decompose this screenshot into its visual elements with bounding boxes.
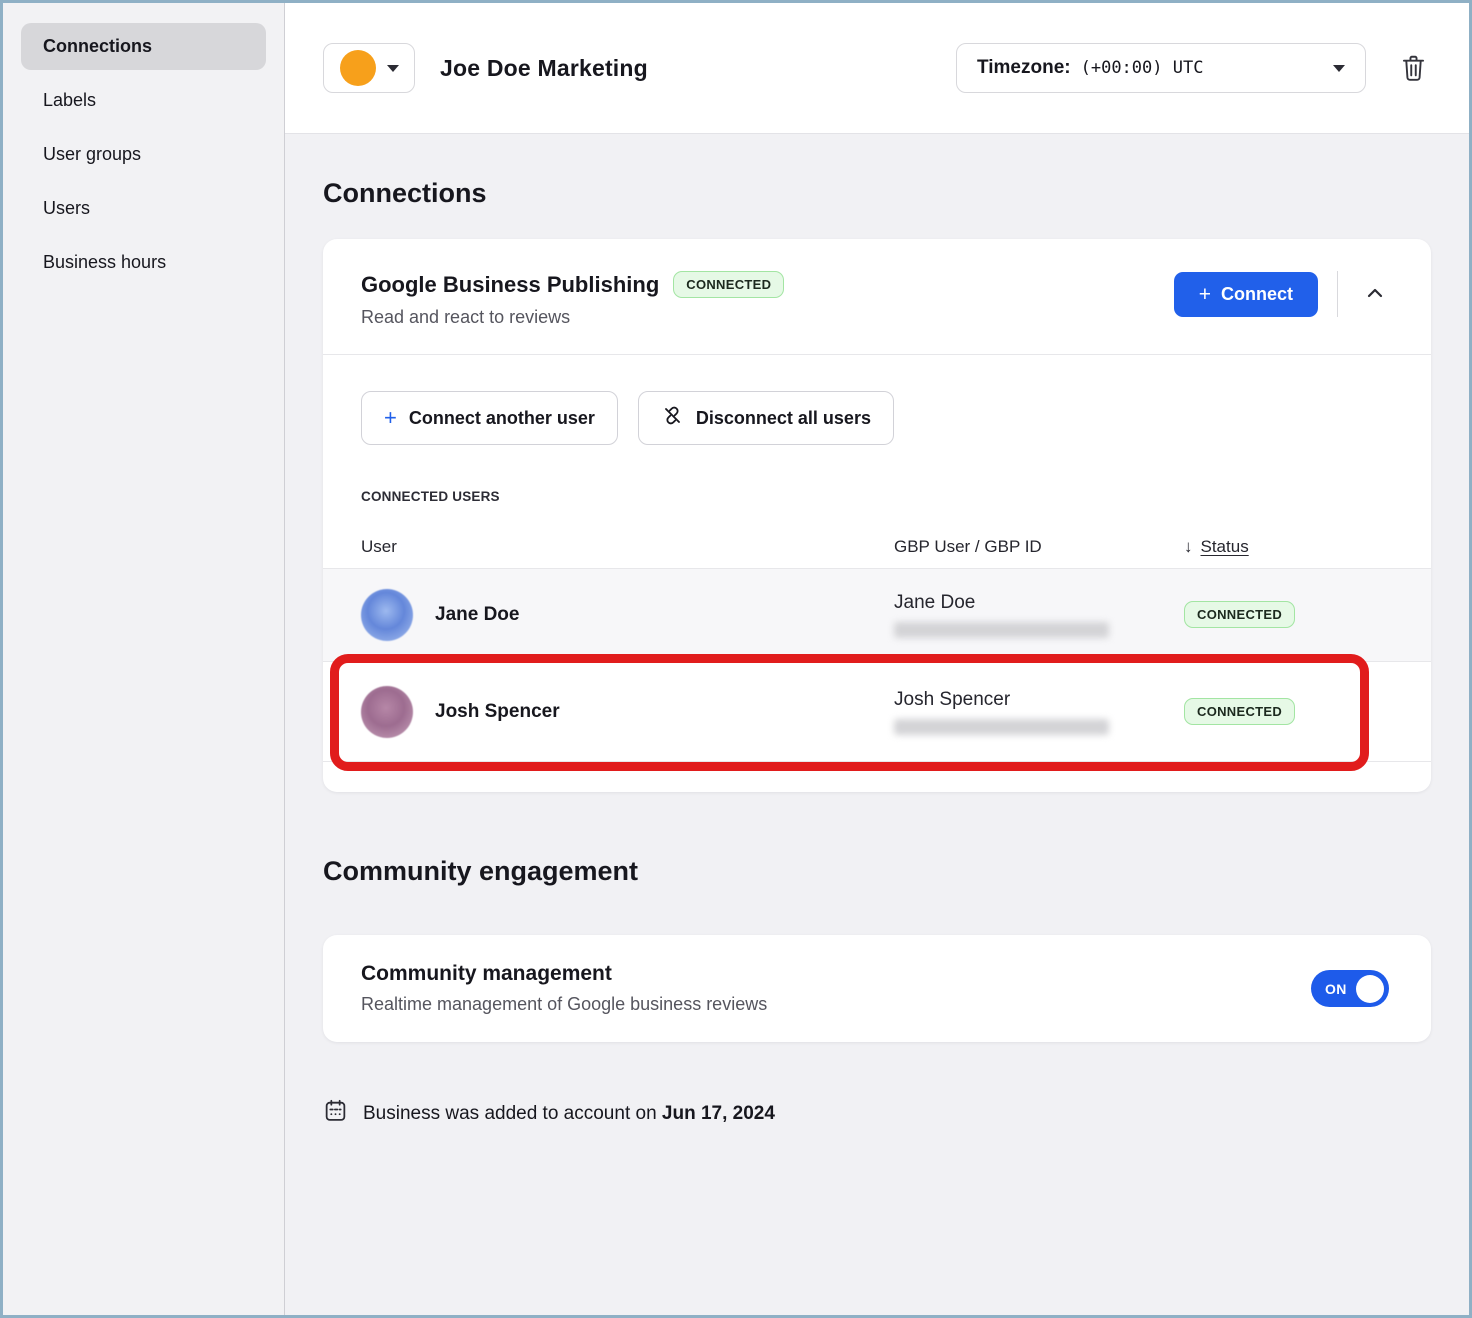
disconnect-all-users-button[interactable]: Disconnect all users bbox=[638, 391, 894, 445]
app-window: Connections Labels User groups Users Bus… bbox=[0, 0, 1472, 1318]
settings-sidebar: Connections Labels User groups Users Bus… bbox=[3, 3, 285, 1315]
toggle-on-label: ON bbox=[1325, 981, 1347, 997]
connected-users-heading: CONNECTED USERS bbox=[361, 489, 1393, 504]
table-row-josh-spencer: Josh Spencer Josh Spencer CONNECTED bbox=[323, 662, 1431, 762]
business-avatar bbox=[340, 50, 376, 86]
disconnect-all-users-label: Disconnect all users bbox=[696, 408, 871, 429]
connect-another-user-label: Connect another user bbox=[409, 408, 595, 429]
table-header-row: User GBP User / GBP ID ↓ Status bbox=[323, 526, 1431, 568]
avatar bbox=[361, 686, 413, 738]
plus-icon: + bbox=[1199, 284, 1211, 305]
community-section-title: Community engagement bbox=[323, 856, 1431, 887]
added-date-note: Business was added to account on Jun 17,… bbox=[323, 1098, 1431, 1129]
collapse-card-button[interactable] bbox=[1357, 275, 1393, 314]
page-title: Connections bbox=[323, 178, 1431, 209]
user-name: Josh Spencer bbox=[435, 701, 560, 723]
sidebar-item-business-hours[interactable]: Business hours bbox=[21, 239, 266, 286]
table-row-jane-doe: Jane Doe Jane Doe CONNECTED bbox=[323, 569, 1431, 662]
timezone-label: Timezone: bbox=[977, 57, 1071, 79]
added-date-value: Jun 17, 2024 bbox=[662, 1103, 775, 1124]
column-header-gbp: GBP User / GBP ID bbox=[894, 537, 1184, 557]
calendar-icon bbox=[323, 1098, 348, 1129]
trash-icon bbox=[1400, 53, 1427, 83]
gbp-id-redacted bbox=[894, 622, 1109, 638]
business-avatar-dropdown[interactable] bbox=[323, 43, 415, 93]
sidebar-item-connections[interactable]: Connections bbox=[21, 23, 266, 70]
chevron-down-icon bbox=[1333, 65, 1345, 72]
added-date-text: Business was added to account on bbox=[363, 1103, 657, 1124]
sidebar-item-users[interactable]: Users bbox=[21, 185, 266, 232]
user-name: Jane Doe bbox=[435, 604, 519, 626]
timezone-value: (+00:00) UTC bbox=[1081, 58, 1204, 78]
sidebar-item-user-groups[interactable]: User groups bbox=[21, 131, 266, 178]
gbp-user-name: Josh Spencer bbox=[894, 689, 1184, 711]
delete-business-button[interactable] bbox=[1396, 49, 1431, 87]
chevron-up-icon bbox=[1363, 293, 1387, 308]
settings-content: Connections Google Business Publishing C… bbox=[285, 134, 1469, 1315]
column-header-status[interactable]: ↓ Status bbox=[1184, 537, 1393, 557]
column-header-user: User bbox=[361, 537, 894, 557]
gbp-connection-card: Google Business Publishing CONNECTED Rea… bbox=[323, 239, 1431, 792]
gbp-id-redacted bbox=[894, 719, 1109, 735]
sidebar-item-labels[interactable]: Labels bbox=[21, 77, 266, 124]
vertical-divider bbox=[1337, 271, 1338, 317]
gbp-card-title: Google Business Publishing bbox=[361, 272, 659, 298]
gbp-connected-badge: CONNECTED bbox=[673, 271, 784, 298]
business-name: Joe Doe Marketing bbox=[440, 55, 648, 82]
connected-users-table: Jane Doe Jane Doe CONNECTED bbox=[323, 568, 1431, 792]
connect-another-user-button[interactable]: + Connect another user bbox=[361, 391, 618, 445]
community-card-subtitle: Realtime management of Google business r… bbox=[361, 994, 767, 1015]
sort-descending-icon: ↓ bbox=[1184, 537, 1193, 557]
gbp-user-name: Jane Doe bbox=[894, 592, 1184, 614]
business-header: Joe Doe Marketing Timezone: (+00:00) UTC bbox=[285, 3, 1469, 134]
community-management-toggle[interactable]: ON bbox=[1311, 970, 1389, 1007]
timezone-select[interactable]: Timezone: (+00:00) UTC bbox=[956, 43, 1366, 93]
plus-icon: + bbox=[384, 407, 397, 429]
community-management-card: Community management Realtime management… bbox=[323, 935, 1431, 1042]
main-column: Joe Doe Marketing Timezone: (+00:00) UTC bbox=[285, 3, 1469, 1315]
toggle-knob bbox=[1356, 975, 1384, 1003]
avatar bbox=[361, 589, 413, 641]
connect-button[interactable]: + Connect bbox=[1174, 272, 1318, 317]
chevron-down-icon bbox=[387, 65, 399, 72]
status-badge: CONNECTED bbox=[1184, 698, 1295, 725]
gbp-card-subtitle: Read and react to reviews bbox=[361, 307, 1174, 328]
status-header-label: Status bbox=[1201, 537, 1249, 557]
status-badge: CONNECTED bbox=[1184, 601, 1295, 628]
connect-button-label: Connect bbox=[1221, 284, 1293, 305]
unlink-icon bbox=[661, 404, 684, 432]
community-card-title: Community management bbox=[361, 962, 767, 986]
